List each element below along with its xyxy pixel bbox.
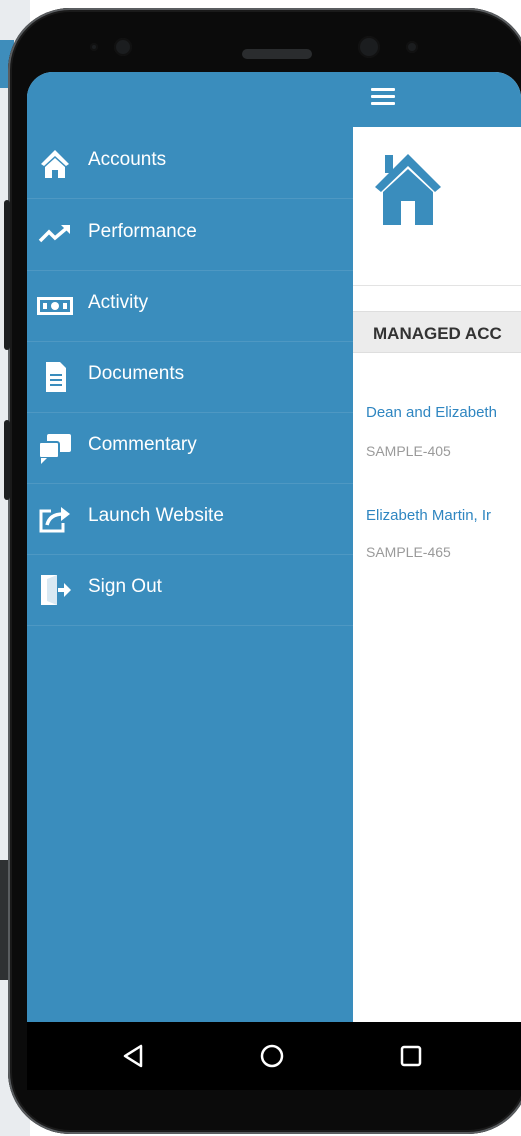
menu-item-launch-website[interactable]: Launch Website — [27, 483, 353, 555]
menu-item-documents[interactable]: Documents — [27, 341, 353, 413]
menu-label: Accounts — [88, 149, 167, 170]
document-icon — [46, 362, 66, 392]
volume-button — [4, 200, 10, 350]
money-icon — [37, 297, 73, 315]
navigation-drawer: Accounts Performance Activity Documents … — [27, 72, 353, 1022]
chat-icon — [38, 434, 71, 464]
menu-label: Commentary — [88, 434, 197, 455]
account-link[interactable]: Dean and Elizabeth — [366, 404, 497, 421]
menu-label: Activity — [88, 292, 149, 313]
account-id: SAMPLE-465 — [366, 544, 451, 560]
external-link-icon — [39, 507, 70, 533]
front-camera-2 — [358, 36, 380, 58]
menu-item-commentary[interactable]: Commentary — [27, 412, 353, 484]
earpiece-speaker — [242, 49, 312, 59]
home-icon — [375, 154, 441, 225]
section-header: MANAGED ACC — [353, 311, 521, 353]
sensor — [90, 43, 98, 51]
menu-label: Launch Website — [88, 505, 224, 526]
menu-label: Documents — [88, 363, 185, 384]
account-id: SAMPLE-405 — [366, 443, 451, 459]
divider — [353, 285, 521, 286]
system-nav-bar — [27, 1022, 521, 1090]
sign-out-icon — [41, 575, 71, 605]
menu-label: Sign Out — [88, 576, 162, 597]
back-triangle-icon[interactable] — [120, 1042, 148, 1070]
menu-label: Performance — [88, 221, 197, 242]
main-content: MANAGED ACC Dean and Elizabeth SAMPLE-40… — [353, 127, 521, 1022]
iris-sensor — [406, 41, 418, 53]
app-screen: MANAGED ACC Dean and Elizabeth SAMPLE-40… — [27, 72, 521, 1022]
trending-up-icon — [38, 225, 70, 243]
menu-item-accounts[interactable]: Accounts — [27, 127, 353, 199]
account-link[interactable]: Elizabeth Martin, Ir — [366, 507, 491, 524]
recents-square-icon[interactable] — [397, 1042, 425, 1070]
bixby-button — [4, 420, 10, 500]
home-icon — [41, 150, 69, 178]
menu-item-performance[interactable]: Performance — [27, 199, 353, 271]
home-circle-icon[interactable] — [258, 1042, 286, 1070]
front-camera — [114, 38, 132, 56]
hamburger-icon[interactable] — [371, 84, 399, 108]
menu-item-sign-out[interactable]: Sign Out — [27, 554, 353, 626]
section-title: MANAGED ACC — [373, 324, 502, 343]
menu-item-activity[interactable]: Activity — [27, 270, 353, 342]
